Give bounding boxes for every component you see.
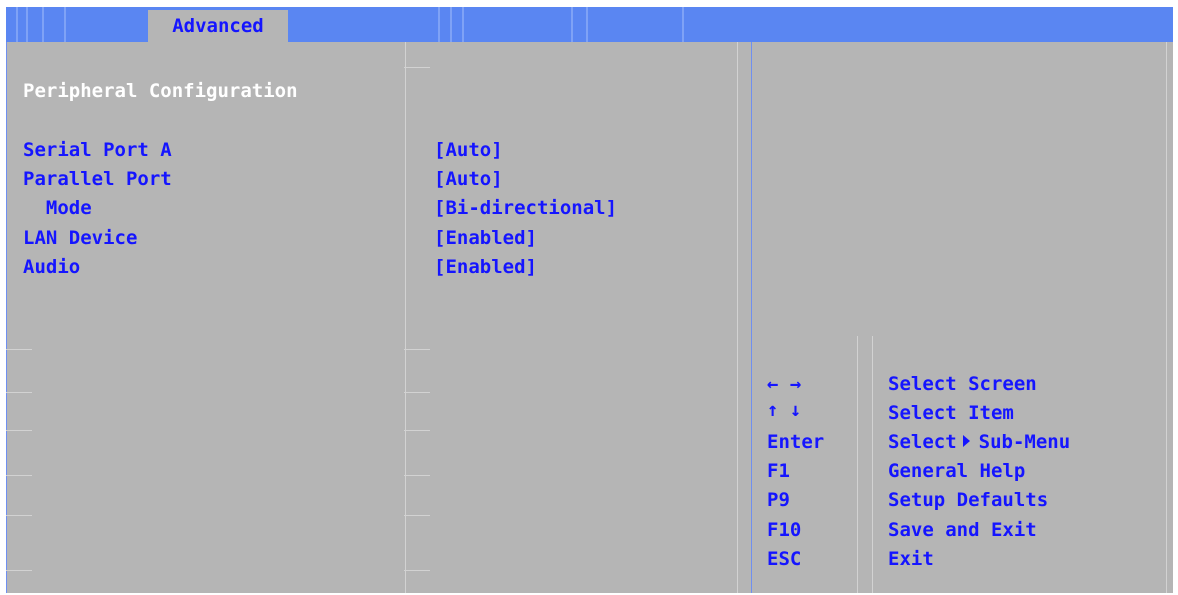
help-divider [857, 336, 858, 593]
row-tick [6, 349, 32, 350]
row-tick [6, 430, 32, 431]
menu-divider [26, 7, 28, 42]
menu-divider [462, 7, 464, 42]
help-desc-setup-defaults: Setup Defaults [888, 489, 1049, 511]
row-tick [404, 515, 430, 516]
setting-value-serial-port-a[interactable]: [Auto] [434, 139, 503, 161]
menu-divider [682, 7, 684, 42]
help-key-arrows-ud: ↑ ↓ [767, 399, 802, 421]
setting-value-mode[interactable]: [Bi-directional] [434, 197, 617, 219]
help-key-f10: F10 [767, 519, 802, 541]
menu-divider [42, 7, 44, 42]
row-tick [404, 392, 430, 393]
row-tick [404, 475, 430, 476]
row-tick [6, 392, 32, 393]
help-desc-general-help: General Help [888, 460, 1026, 482]
setting-value-audio[interactable]: [Enabled] [434, 256, 537, 278]
menu-divider [438, 7, 440, 42]
help-key-arrows-lr: ← → [767, 373, 802, 395]
triangle-right-icon [962, 435, 970, 447]
panel-border-left [6, 42, 7, 593]
help-panel-border [751, 42, 752, 593]
setting-label-audio[interactable]: Audio [23, 256, 80, 278]
setting-value-parallel-port[interactable]: [Auto] [434, 168, 503, 190]
setting-value-lan-device[interactable]: [Enabled] [434, 227, 537, 249]
tab-advanced[interactable]: Advanced [148, 10, 288, 42]
setting-label-serial-port-a[interactable]: Serial Port A [23, 139, 172, 161]
menu-divider [64, 7, 66, 42]
setting-label-parallel-port[interactable]: Parallel Port [23, 168, 172, 190]
section-title: Peripheral Configuration [23, 80, 298, 102]
menu-divider [586, 7, 588, 42]
help-desc-select-screen: Select Screen [888, 373, 1037, 395]
menu-bar: Advanced [6, 7, 1173, 42]
help-desc-select-item: Select Item [888, 402, 1014, 424]
help-desc-submenu: Sub-Menu [978, 431, 1071, 453]
column-divider [1166, 42, 1167, 593]
menu-divider [571, 7, 573, 42]
row-tick [6, 570, 32, 571]
help-key-p9: P9 [767, 489, 790, 511]
row-tick [404, 570, 430, 571]
setting-label-mode[interactable]: Mode [23, 197, 92, 219]
column-divider [405, 42, 406, 593]
menu-divider [16, 7, 18, 42]
help-desc-select-submenu: Select Sub-Menu [888, 431, 1070, 453]
row-tick [404, 349, 430, 350]
menu-divider [450, 7, 452, 42]
row-tick [6, 515, 32, 516]
row-tick [404, 67, 430, 68]
help-desc-save-exit: Save and Exit [888, 519, 1037, 541]
help-key-enter: Enter [767, 431, 825, 453]
help-divider [872, 336, 873, 593]
setting-label-lan-device[interactable]: LAN Device [23, 227, 137, 249]
row-tick [6, 475, 32, 476]
help-key-esc: ESC [767, 548, 802, 570]
help-desc-select: Select [888, 431, 957, 453]
help-desc-exit: Exit [888, 548, 934, 570]
row-tick [404, 430, 430, 431]
help-key-f1: F1 [767, 460, 790, 482]
column-divider [737, 42, 738, 593]
